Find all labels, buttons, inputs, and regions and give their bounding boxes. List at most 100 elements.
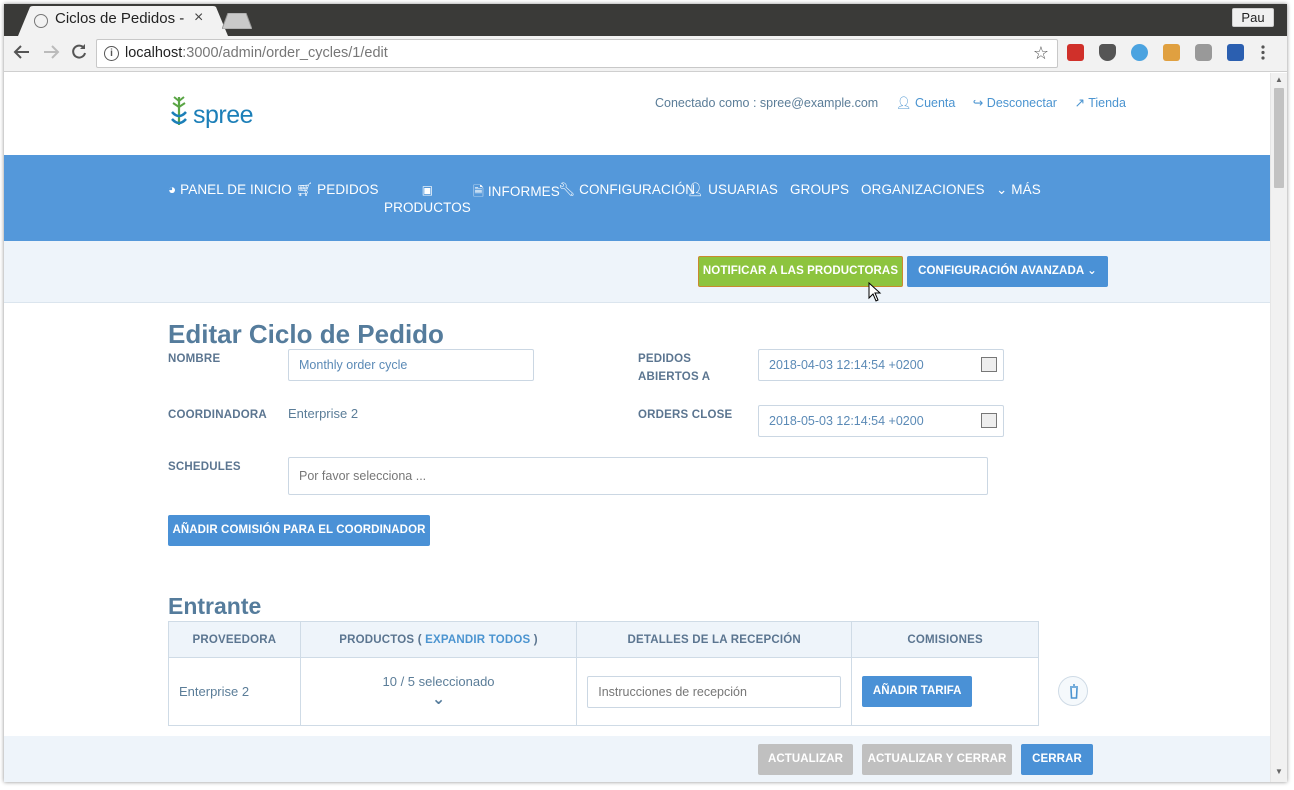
logout-link[interactable]: ↪ Desconectar <box>973 96 1057 110</box>
chevron-down-icon: ⌄ <box>996 182 1008 197</box>
chevron-down-icon: ⌄ <box>1087 265 1097 277</box>
nav-reports[interactable]: 🗎︎ INFORMES <box>473 182 560 205</box>
profile-button[interactable]: Pau <box>1232 8 1274 27</box>
header-user-links: Conectado como : spree@example.com 👤︎ Cu… <box>655 95 1126 111</box>
address-bar[interactable]: i localhost:3000/admin/order_cycles/1/ed… <box>96 39 1058 68</box>
nav-organizations[interactable]: ORGANIZACIONES <box>861 182 985 197</box>
coordinator-value: Enterprise 2 <box>288 406 359 421</box>
scroll-up-icon[interactable]: ▲ <box>1275 75 1283 84</box>
info-icon[interactable]: i <box>104 46 119 61</box>
logged-in-as: Conectado como : spree@example.com <box>655 96 879 110</box>
spree-logo[interactable]: spree <box>168 95 254 129</box>
page-title: Editar Ciclo de Pedido <box>168 319 444 349</box>
nav-more[interactable]: ⌄ MÁS <box>996 182 1041 198</box>
grid-icon: ▣ <box>421 183 434 197</box>
nav-dashboard-label: PANEL DE INICIO <box>180 182 292 197</box>
admin-navbar: ◕ PANEL DE INICIO 🛒︎ PEDIDOS ▣ PRODUCTOS … <box>4 155 1270 241</box>
mouse-cursor-icon <box>868 282 882 302</box>
schedules-select[interactable]: Por favor selecciona ... <box>288 457 988 495</box>
table-row: Enterprise 2 10 / 5 seleccionado ⌄ Instru… <box>168 657 1039 726</box>
nav-configuration-label: CONFIGURACIÓN <box>579 182 696 197</box>
nav-products[interactable]: ▣ PRODUCTOS <box>384 181 471 217</box>
update-and-close-button[interactable]: ACTUALIZAR Y CERRAR <box>862 744 1012 775</box>
coordinator-label: COORDINADORA <box>168 409 267 421</box>
opens-label-line-2: ABIERTOS A <box>638 371 711 383</box>
close-button[interactable]: CERRAR <box>1021 744 1093 775</box>
chevron-down-icon[interactable]: ⌄ <box>432 691 445 708</box>
add-fee-button[interactable]: AÑADIR TARIFA <box>862 676 973 707</box>
logout-link-label: Desconectar <box>986 96 1057 110</box>
calendar-icon[interactable] <box>981 413 997 428</box>
forward-icon[interactable] <box>41 43 61 67</box>
store-link[interactable]: ↗ Tienda <box>1074 96 1126 110</box>
opens-at-value: 2018-04-03 12:14:54 +0200 <box>769 358 924 372</box>
supplier-cell: Enterprise 2 <box>168 657 301 726</box>
opens-at-field[interactable]: 2018-04-03 12:14:54 +0200 <box>758 349 1004 381</box>
page-content: spree Conectado como : spree@example.com… <box>4 73 1270 782</box>
nav-orders-label: PEDIDOS <box>317 182 379 197</box>
bookmark-star-icon[interactable]: ☆ <box>1033 43 1049 64</box>
name-label: NOMBRE <box>168 353 221 365</box>
remove-supplier-button[interactable] <box>1058 676 1088 706</box>
add-coordinator-fee-button[interactable]: AÑADIR COMISIÓN PARA EL COORDINADOR <box>168 515 430 546</box>
nav-configuration[interactable]: 🔧︎ CONFIGURACIÓN <box>558 182 695 198</box>
wrench-icon: 🔧︎ <box>558 182 576 197</box>
closes-at-value: 2018-05-03 12:14:54 +0200 <box>769 414 924 428</box>
url-text: localhost:3000/admin/order_cycles/1/edit <box>125 45 388 61</box>
products-cell[interactable]: 10 / 5 seleccionado ⌄ <box>299 657 578 726</box>
nav-products-label: PRODUCTOS <box>384 200 471 215</box>
update-button[interactable]: ACTUALIZAR <box>758 744 853 775</box>
expand-all-link[interactable]: EXPANDIR TODOS <box>425 634 530 646</box>
pocket-icon[interactable] <box>1099 44 1116 61</box>
opens-label: PEDIDOS ABIERTOS A <box>638 350 710 386</box>
receipt-instructions-input[interactable]: Instrucciones de recepción <box>587 675 842 708</box>
extension-face-icon[interactable] <box>1163 44 1180 61</box>
nav-users[interactable]: 👤︎ USUARIAS <box>687 182 778 198</box>
account-link[interactable]: 👤︎ Cuenta <box>896 96 956 110</box>
globe-icon <box>34 14 48 28</box>
dashboard-icon: ◕ <box>168 182 177 197</box>
browser-window: Ciclos de Pedidos - ( × Pau i localhost:… <box>4 4 1287 782</box>
col-fees: COMISIONES <box>851 621 1039 658</box>
advanced-settings-label: CONFIGURACIÓN AVANZADA <box>918 265 1084 277</box>
page-actions-bar: NOTIFICAR A LAS PRODUCTORAS CONFIGURACIÓ… <box>4 241 1270 303</box>
reload-icon[interactable] <box>69 43 89 67</box>
cart-icon: 🛒︎ <box>296 182 314 197</box>
browser-toolbar: i localhost:3000/admin/order_cycles/1/ed… <box>4 36 1287 72</box>
nav-reports-label: INFORMES <box>487 184 560 199</box>
page-scrollbar[interactable]: ▲ ▼ <box>1270 73 1287 782</box>
tab-strip: Ciclos de Pedidos - ( × Pau <box>4 4 1287 36</box>
tab-close-icon[interactable]: × <box>194 9 203 27</box>
scroll-down-icon[interactable]: ▼ <box>1275 767 1283 776</box>
scroll-thumb[interactable] <box>1274 88 1284 188</box>
back-icon[interactable] <box>12 43 32 67</box>
calendar-icon[interactable] <box>981 357 997 372</box>
spree-logo-text: spree <box>193 101 254 129</box>
incoming-header-row: PROVEEDORA PRODUCTOS ( EXPANDIR TODOS ) … <box>168 621 1039 658</box>
nav-more-label: MÁS <box>1011 182 1041 197</box>
closes-label: ORDERS CLOSE <box>638 409 733 421</box>
nav-orders[interactable]: 🛒︎ PEDIDOS <box>296 182 379 198</box>
store-link-label: Tienda <box>1088 96 1126 110</box>
spree-logo-mark-icon <box>171 96 187 125</box>
extension-red-icon[interactable] <box>1067 44 1084 61</box>
form-footer-bar: ACTUALIZAR ACTUALIZAR Y CERRAR CERRAR <box>4 736 1270 782</box>
name-field[interactable]: Monthly order cycle <box>288 349 534 381</box>
zotero-icon[interactable] <box>1227 44 1244 61</box>
opens-label-line-1: PEDIDOS <box>638 353 692 365</box>
nav-dashboard[interactable]: ◕ PANEL DE INICIO <box>168 182 292 197</box>
col-receipt: DETALLES DE LA RECEPCIÓN <box>576 621 853 658</box>
user-icon: 👤︎ <box>687 182 705 197</box>
extension-blue-icon[interactable] <box>1131 44 1148 61</box>
url-host: localhost <box>125 45 183 61</box>
menu-dots-icon[interactable] <box>1261 44 1265 61</box>
nav-groups[interactable]: GROUPS <box>790 182 849 197</box>
advanced-settings-button[interactable]: CONFIGURACIÓN AVANZADA ⌄ <box>907 256 1108 287</box>
col-products: PRODUCTOS ( EXPANDIR TODOS ) <box>299 621 578 658</box>
schedules-label: SCHEDULES <box>168 461 241 473</box>
camera-icon[interactable] <box>1195 44 1212 61</box>
col-supplier: PROVEEDORA <box>168 621 301 658</box>
url-path: :3000/admin/order_cycles/1/edit <box>182 45 388 61</box>
new-tab-button[interactable] <box>222 13 252 29</box>
closes-at-field[interactable]: 2018-05-03 12:14:54 +0200 <box>758 405 1004 437</box>
